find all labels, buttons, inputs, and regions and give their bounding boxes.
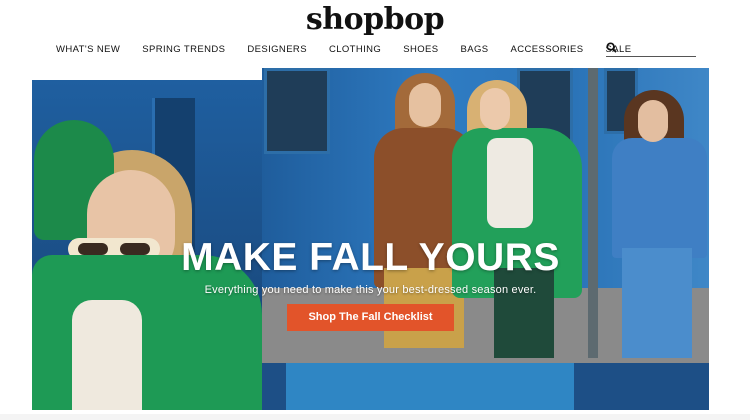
nav-item-accessories[interactable]: ACCESSORIES (511, 44, 584, 55)
search-box[interactable] (606, 42, 696, 57)
page-bottom-divider (0, 414, 750, 420)
nav-item-spring-trends[interactable]: SPRING TRENDS (142, 44, 225, 55)
hero-banner[interactable]: MAKE FALL YOURS Everything you need to m… (32, 68, 709, 410)
strip-block (262, 363, 286, 410)
nav-item-bags[interactable]: BAGS (461, 44, 489, 55)
shop-fall-checklist-button[interactable]: Shop The Fall Checklist (287, 304, 454, 331)
hero-text-block: MAKE FALL YOURS Everything you need to m… (32, 236, 709, 296)
search-icon[interactable] (606, 40, 617, 58)
model-face (409, 83, 441, 127)
model-face (480, 88, 510, 130)
nav-item-shoes[interactable]: SHOES (403, 44, 438, 55)
storefront-window (264, 68, 330, 154)
hero-headline: MAKE FALL YOURS (181, 236, 560, 279)
strip-block (574, 363, 709, 410)
site-logo[interactable]: shopbop (0, 2, 750, 37)
model-face (638, 100, 668, 142)
white-knit (72, 300, 142, 410)
main-nav: WHAT'S NEW SPRING TRENDS DESIGNERS CLOTH… (56, 44, 653, 55)
cream-knit-top (487, 138, 533, 228)
search-input[interactable] (621, 43, 693, 55)
nav-item-clothing[interactable]: CLOTHING (329, 44, 381, 55)
nav-item-whats-new[interactable]: WHAT'S NEW (56, 44, 120, 55)
hero-bottom-strip (262, 363, 709, 410)
nav-item-designers[interactable]: DESIGNERS (247, 44, 307, 55)
street-pole (588, 68, 598, 358)
hero-subheadline: Everything you need to make this your be… (204, 284, 537, 296)
